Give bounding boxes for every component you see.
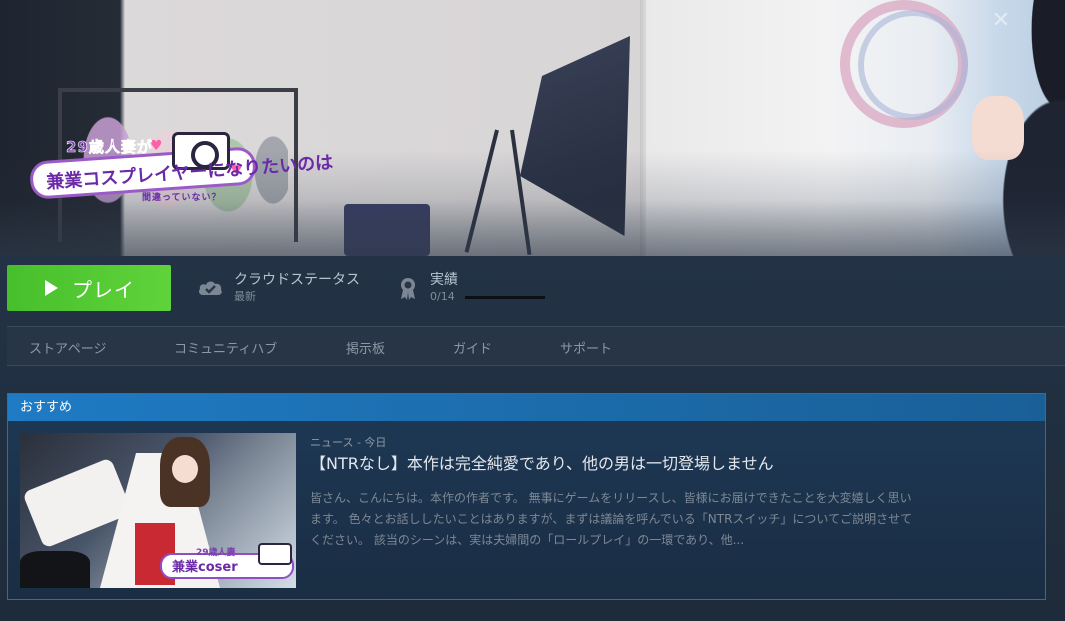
close-icon[interactable]: ✕ [990,10,1012,32]
tab-store-page[interactable]: ストアページ [29,338,106,357]
hero-banner: ✕ ♥ ♥ 29歳人妻が 兼業コスプレイヤーになりたいのは 間違っていない？ [0,0,1065,256]
play-button[interactable]: プレイ [7,265,171,311]
game-logo-line1: 29歳人妻が [66,138,153,157]
achievements-label: 実績 [430,272,458,288]
tab-support[interactable]: サポート [560,338,612,357]
achievements-value: 0/14 [430,290,455,303]
news-meta: ニュース - 今日 [310,436,387,449]
cloud-status-value: 最新 [234,290,256,303]
news-body: 皆さん、こんにちは。本作の作者です。 無事にゲームをリリースし、皆様にお届けでき… [310,491,913,547]
news-thumbnail[interactable]: 29歳人妻 兼業coser [20,433,296,588]
featured-section: おすすめ 29歳人妻 兼業coser ニュース - 今日 【NTRなし】本作は完… [7,393,1046,600]
game-library-page: ✕ ♥ ♥ 29歳人妻が 兼業コスプレイヤーになりたいのは 間違っていない？ プ… [0,0,1065,621]
news-title[interactable]: 【NTRなし】本作は完全純愛であり、他の男は一切登場しません [310,452,930,476]
thumbnail-face [172,455,198,483]
play-icon [45,280,58,296]
thumbnail-logo: 29歳人妻 兼業coser [160,543,296,583]
thumbnail-logo-line2: 兼業coser [172,560,238,575]
game-logo: ♥ ♥ 29歳人妻が 兼業コスプレイヤーになりたいのは 間違っていない？ [24,132,334,206]
tab-guides[interactable]: ガイド [453,338,492,357]
achievements-progress-bar [464,295,545,299]
game-logo-line3: 間違っていない？ [142,193,222,203]
tab-discussions[interactable]: 掲示板 [346,338,385,357]
achievement-badge-icon [401,278,415,300]
play-button-label: プレイ [72,277,135,302]
cloud-status-label: クラウドステータス [234,272,360,288]
featured-header: おすすめ [8,394,1045,421]
thumbnail-shoes [20,551,90,588]
cloud-check-icon [199,281,222,295]
tab-community-hub[interactable]: コミュニティハブ [174,338,277,357]
game-tabs: ストアページ コミュニティハブ 掲示板 ガイド サポート [7,326,1065,366]
news-item: ニュース - 今日 【NTRなし】本作は完全純愛であり、他の男は一切登場しません… [310,435,930,551]
camera-icon [258,543,292,565]
achievements[interactable]: 実績 0/14 [396,270,545,306]
cloud-status[interactable]: クラウドステータス 最新 [196,270,360,306]
